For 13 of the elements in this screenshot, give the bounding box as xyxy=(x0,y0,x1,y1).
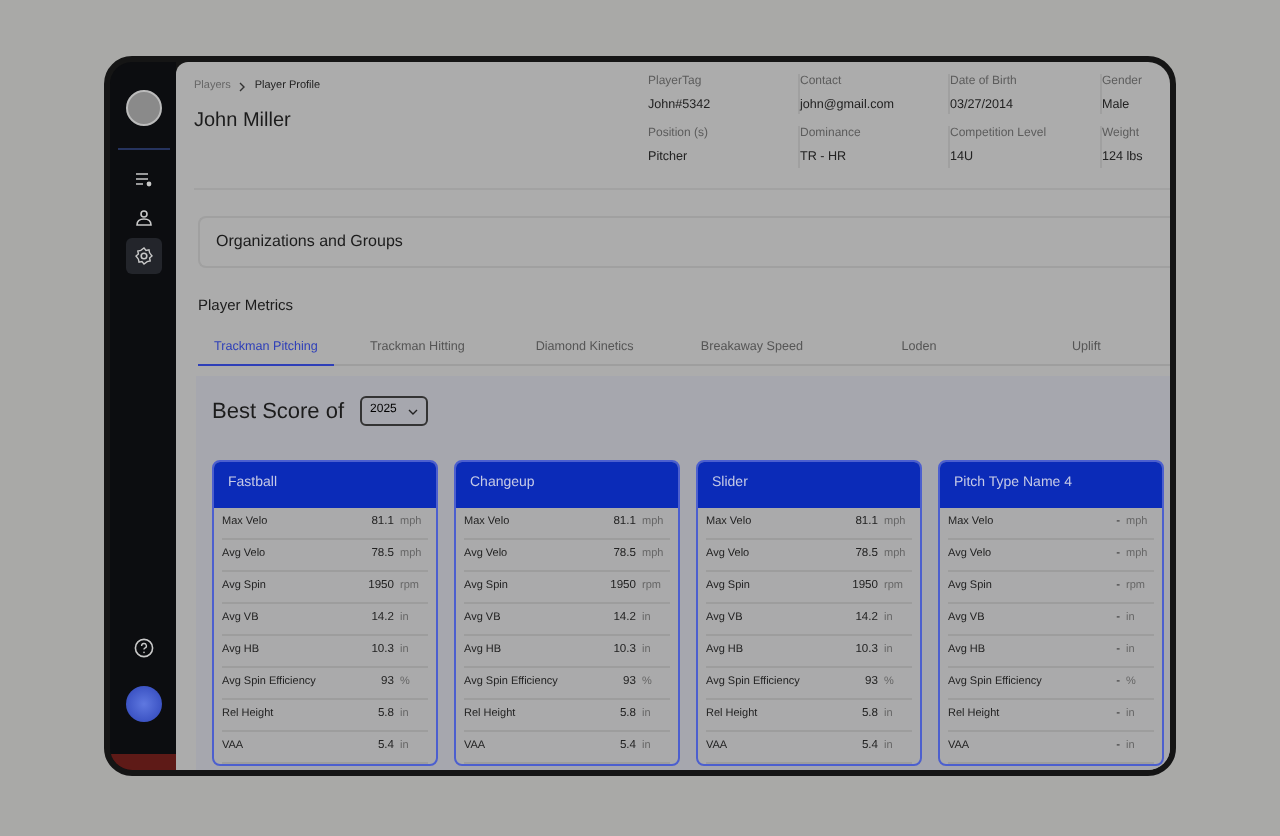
player-name: John Miller xyxy=(194,108,293,137)
list-icon xyxy=(133,170,153,190)
help-icon[interactable] xyxy=(133,638,153,658)
people-icon xyxy=(133,208,153,228)
best-score-label: Best Score of xyxy=(212,397,345,428)
chevron-icon xyxy=(238,81,247,92)
sidebar-footer xyxy=(110,754,176,770)
settings-icon xyxy=(133,246,153,266)
user-avatar[interactable] xyxy=(125,686,161,722)
organizations-section[interactable]: Organizations and Groups xyxy=(198,215,1170,268)
chevron-down-icon xyxy=(408,407,419,416)
logo-avatar xyxy=(125,90,161,126)
nav-button[interactable] xyxy=(125,238,161,274)
